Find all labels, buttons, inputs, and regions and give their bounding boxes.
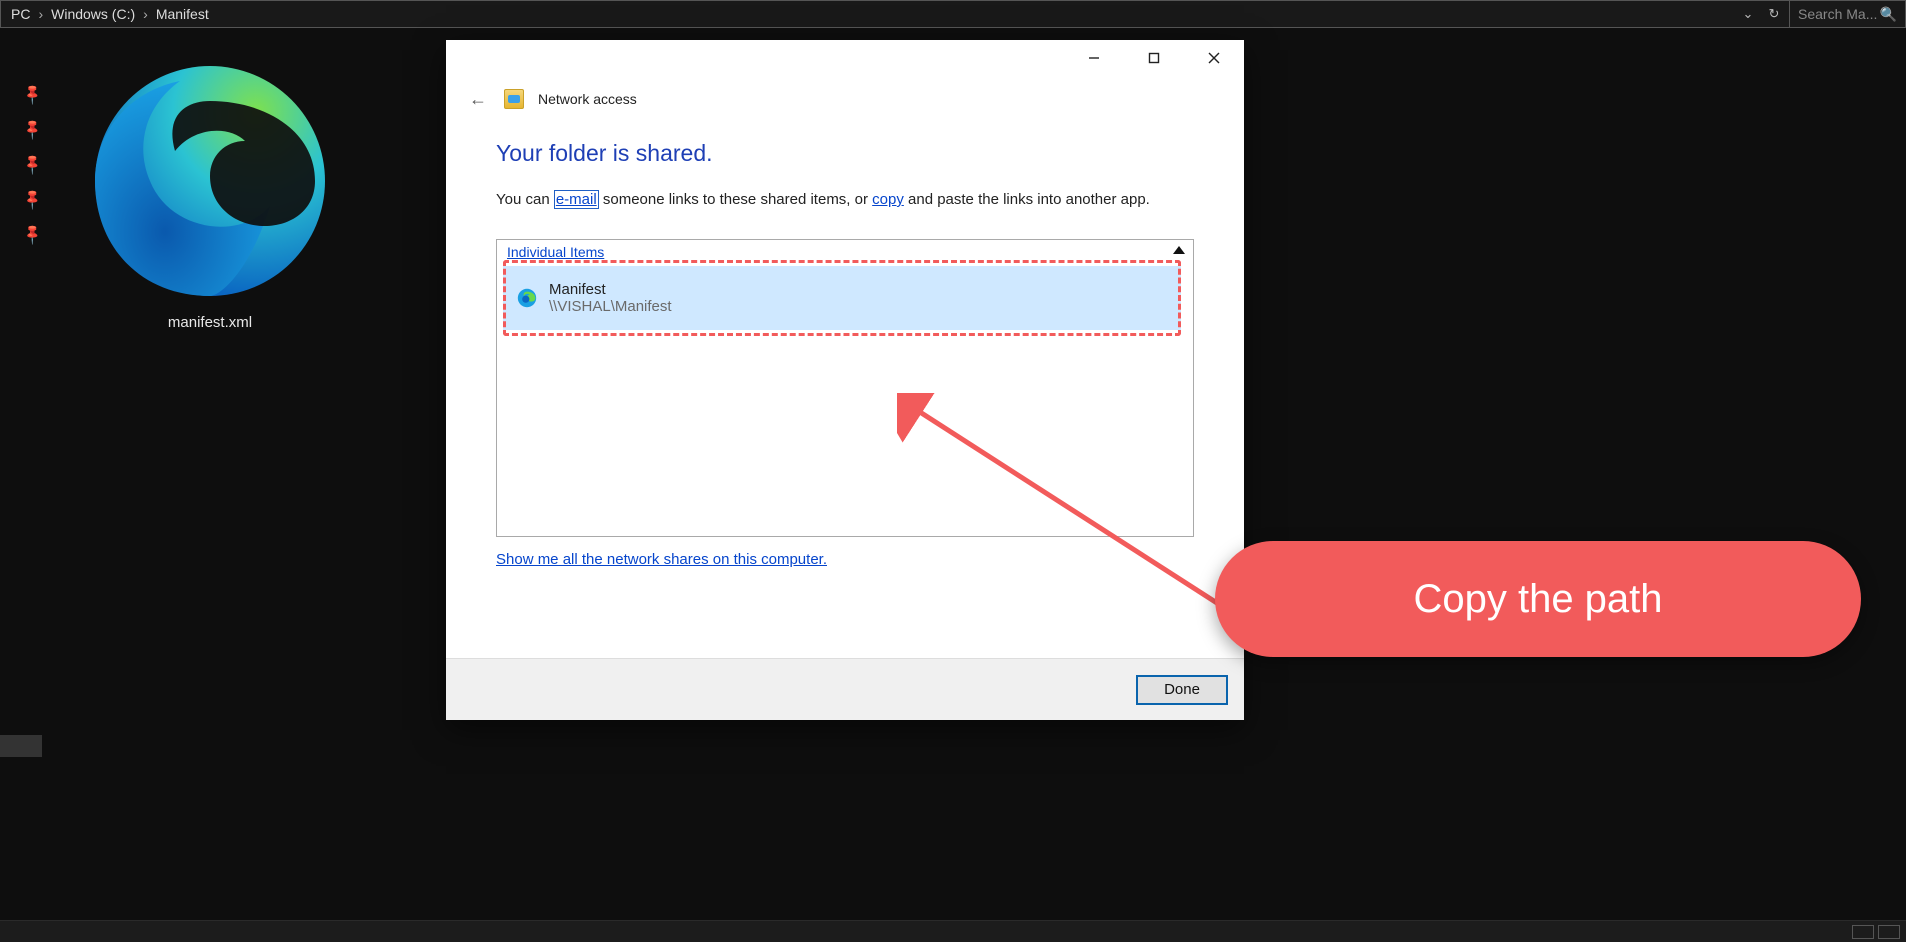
edge-icon xyxy=(517,288,537,308)
breadcrumb-item[interactable]: PC xyxy=(5,6,36,22)
minimize-icon xyxy=(1088,52,1100,64)
status-bar xyxy=(0,920,1906,942)
item-path: \\VISHAL\Manifest xyxy=(549,298,672,315)
back-button[interactable]: ← xyxy=(466,89,490,110)
text: and paste the links into another app. xyxy=(904,191,1150,208)
dialog-title: Network access xyxy=(538,91,637,107)
item-texts: Manifest \\VISHAL\Manifest xyxy=(549,281,672,315)
address-bar: PC › Windows (C:) › Manifest ⌄ ↻ Search … xyxy=(0,0,1906,28)
shared-item-row[interactable]: Manifest \\VISHAL\Manifest xyxy=(503,266,1181,330)
refresh-icon[interactable]: ↻ xyxy=(1765,5,1783,23)
annotation-callout: Copy the path xyxy=(1215,541,1861,657)
pin-icon[interactable]: 📌 xyxy=(21,222,45,246)
dialog-heading: Your folder is shared. xyxy=(496,140,1194,167)
copy-link[interactable]: copy xyxy=(872,191,904,208)
edge-icon xyxy=(85,56,335,306)
minimize-button[interactable] xyxy=(1064,40,1124,76)
callout-text: Copy the path xyxy=(1413,577,1662,622)
window-titlebar xyxy=(446,40,1244,78)
pin-icon[interactable]: 📌 xyxy=(21,152,45,176)
email-link[interactable]: e-mail xyxy=(554,190,599,209)
pin-icon[interactable]: 📌 xyxy=(21,187,45,211)
breadcrumb-item[interactable]: Manifest xyxy=(150,6,215,22)
view-mode-details[interactable] xyxy=(1852,925,1874,939)
breadcrumb[interactable]: PC › Windows (C:) › Manifest xyxy=(1,6,1733,22)
quick-access-rail: 📌 📌 📌 📌 📌 xyxy=(24,86,41,243)
maximize-button[interactable] xyxy=(1124,40,1184,76)
chevron-right-icon: › xyxy=(141,6,150,22)
dialog-footer: Done xyxy=(446,658,1244,720)
search-placeholder: Search Ma... xyxy=(1798,6,1877,22)
dialog-header: ← Network access xyxy=(446,78,1244,114)
text: someone links to these shared items, or xyxy=(599,191,872,208)
selection-marker xyxy=(0,735,42,757)
search-icon: 🔍 xyxy=(1880,6,1897,23)
close-button[interactable] xyxy=(1184,40,1244,76)
dialog-body: Your folder is shared. You can e-mail so… xyxy=(446,114,1244,658)
chevron-up-icon[interactable] xyxy=(1173,246,1185,254)
pin-icon[interactable]: 📌 xyxy=(21,117,45,141)
pin-icon[interactable]: 📌 xyxy=(21,82,45,106)
close-icon xyxy=(1208,52,1220,64)
shared-items-list: Individual Items Manifest \\VISHAL\Manif… xyxy=(496,239,1194,537)
breadcrumb-item[interactable]: Windows (C:) xyxy=(45,6,141,22)
search-input[interactable]: Search Ma... 🔍 xyxy=(1789,1,1905,27)
group-header[interactable]: Individual Items xyxy=(507,244,604,260)
file-tile[interactable]: manifest.xml xyxy=(82,56,338,331)
item-name: Manifest xyxy=(549,281,672,298)
show-all-shares-link[interactable]: Show me all the network shares on this c… xyxy=(496,551,827,568)
chevron-down-icon[interactable]: ⌄ xyxy=(1739,5,1757,23)
sharing-icon xyxy=(504,89,524,109)
view-mode-icons[interactable] xyxy=(1878,925,1900,939)
text: You can xyxy=(496,191,554,208)
network-access-dialog: ← Network access Your folder is shared. … xyxy=(446,40,1244,720)
done-button[interactable]: Done xyxy=(1136,675,1228,705)
dialog-paragraph: You can e-mail someone links to these sh… xyxy=(496,189,1194,211)
chevron-right-icon: › xyxy=(36,6,45,22)
address-controls: ⌄ ↻ xyxy=(1733,1,1789,27)
file-label: manifest.xml xyxy=(168,314,252,331)
maximize-icon xyxy=(1148,52,1160,64)
